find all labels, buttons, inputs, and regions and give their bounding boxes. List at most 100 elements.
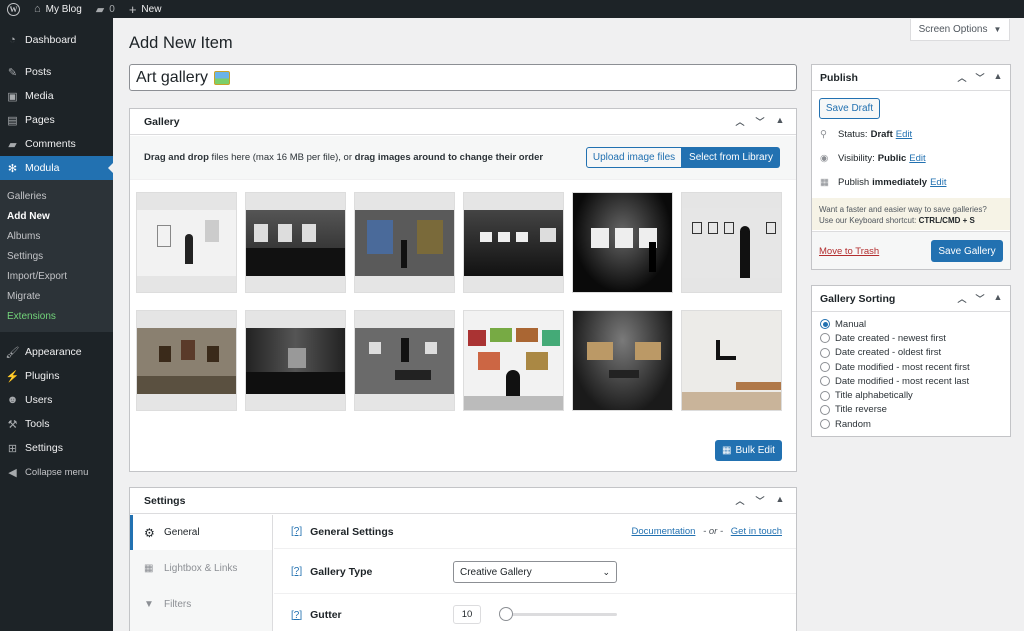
gallery-image[interactable]: [681, 310, 782, 411]
site-name-menu[interactable]: ⌂ My Blog: [27, 0, 89, 18]
menu-plugins[interactable]: ⚡ Plugins: [0, 364, 113, 388]
submenu-migrate[interactable]: Migrate: [0, 286, 113, 306]
sort-option-date-modified-recent-first[interactable]: Date modified - most recent first: [820, 360, 970, 374]
submenu-settings[interactable]: Settings: [0, 246, 113, 266]
menu-modula[interactable]: ✻ Modula: [0, 156, 113, 180]
submenu-galleries[interactable]: Galleries: [0, 186, 113, 206]
gallery-sorting-title: Gallery Sorting: [820, 292, 896, 305]
submenu-import-export[interactable]: Import/Export: [0, 266, 113, 286]
edit-publish-link[interactable]: Edit: [930, 177, 946, 188]
move-to-trash-link[interactable]: Move to Trash: [819, 246, 879, 257]
gallery-image[interactable]: [245, 310, 346, 411]
chevron-up-icon[interactable]: ︿: [734, 494, 746, 507]
chevron-down-icon[interactable]: ﹀: [974, 292, 986, 305]
gallery-type-select[interactable]: Creative Gallery ⌄: [453, 561, 617, 583]
gallery-image[interactable]: [136, 310, 237, 411]
chevron-up-icon[interactable]: ︿: [734, 115, 746, 128]
gallery-image[interactable]: [354, 192, 455, 293]
post-title-input[interactable]: Art gallery: [129, 64, 797, 91]
submenu-add-new[interactable]: Add New: [0, 206, 113, 226]
menu-users[interactable]: ☻ Users: [0, 388, 113, 412]
sort-option-date-modified-recent-last[interactable]: Date modified - most recent last: [820, 374, 970, 388]
menu-pages[interactable]: ▤ Pages: [0, 108, 113, 132]
help-link[interactable]: [?]: [291, 610, 302, 621]
help-link[interactable]: [?]: [291, 566, 302, 577]
gallery-image[interactable]: [681, 192, 782, 293]
upload-image-files-button[interactable]: Upload image files: [586, 147, 682, 168]
menu-label: Users: [25, 394, 53, 406]
sort-option-label: Title reverse: [835, 404, 887, 416]
edit-status-link[interactable]: Edit: [896, 129, 912, 140]
bulk-edit-button[interactable]: ▦ Bulk Edit: [715, 440, 782, 461]
menu-settings[interactable]: ⊞ Settings: [0, 436, 113, 460]
tip-line-2-text: Use our Keyboard shortcut:: [819, 216, 917, 225]
settings-title: Settings: [144, 494, 186, 507]
menu-comments[interactable]: ▰ Comments: [0, 132, 113, 156]
gear-icon: ⚙: [144, 525, 155, 540]
sort-option-title-reverse[interactable]: Title reverse: [820, 403, 970, 417]
gallery-image[interactable]: [572, 192, 673, 293]
menu-label: Plugins: [25, 370, 60, 382]
modula-submenu: Galleries Add New Albums Settings Import…: [0, 180, 113, 332]
radio-selected-icon: [820, 319, 830, 330]
gallery-image[interactable]: [136, 192, 237, 293]
tab-filters[interactable]: ▼ Filters: [130, 586, 272, 622]
settings-tabs: ⚙ General ▦ Lightbox & Links ▼ Filters: [130, 515, 273, 631]
status-value: Draft: [870, 129, 893, 140]
sort-option-date-created-newest[interactable]: Date created - newest first: [820, 331, 970, 345]
toggle-triangle-icon[interactable]: ▲: [992, 71, 1004, 84]
chevron-down-icon[interactable]: ﹀: [754, 115, 766, 128]
chevron-down-icon[interactable]: ﹀: [974, 71, 986, 84]
gutter-value: 10: [461, 609, 473, 620]
gutter-slider[interactable]: [499, 607, 617, 621]
sort-option-random[interactable]: Random: [820, 417, 970, 431]
menu-media[interactable]: ▣ Media: [0, 84, 113, 108]
radio-icon: [820, 362, 830, 373]
toggle-triangle-icon[interactable]: ▲: [774, 494, 786, 507]
toggle-triangle-icon[interactable]: ▲: [774, 115, 786, 128]
gallery-image[interactable]: [245, 192, 346, 293]
publish-value: immediately: [872, 177, 928, 188]
gallery-image[interactable]: [463, 310, 564, 411]
screen-options-button[interactable]: Screen Options ▼: [910, 19, 1010, 41]
sort-option-title-alphabetical[interactable]: Title alphabetically: [820, 388, 970, 402]
wordpress-logo-menu[interactable]: W: [0, 0, 27, 18]
gutter-input[interactable]: 10: [453, 605, 481, 624]
sort-option-manual[interactable]: Manual: [820, 317, 970, 331]
chevron-down-icon[interactable]: ﹀: [754, 494, 766, 507]
settings-header: Settings ︿ ﹀ ▲: [130, 488, 796, 514]
general-settings-header-row: [?] General Settings Documentation - or …: [274, 515, 796, 549]
tab-general[interactable]: ⚙ General: [130, 515, 272, 550]
edit-visibility-link[interactable]: Edit: [909, 153, 925, 164]
new-content-menu[interactable]: + New: [122, 0, 169, 18]
select-from-library-button[interactable]: Select from Library: [682, 147, 780, 168]
chevron-up-icon[interactable]: ︿: [956, 292, 968, 305]
collapse-menu-button[interactable]: ◀ Collapse menu: [0, 460, 113, 484]
menu-appearance[interactable]: 🖌 Appearance: [0, 340, 113, 364]
calendar-icon: ▦: [820, 177, 829, 188]
menu-tools[interactable]: ⚒ Tools: [0, 412, 113, 436]
gallery-image[interactable]: [354, 310, 455, 411]
comments-menu[interactable]: ▰ 0: [89, 0, 122, 18]
help-link[interactable]: [?]: [291, 526, 302, 537]
save-draft-button[interactable]: Save Draft: [819, 98, 880, 119]
save-gallery-button[interactable]: Save Gallery: [931, 240, 1003, 262]
menu-posts[interactable]: ✎ Posts: [0, 60, 113, 84]
gallery-image[interactable]: [463, 192, 564, 293]
menu-dashboard[interactable]: ◔ Dashboard: [0, 28, 113, 52]
submenu-extensions[interactable]: Extensions: [0, 306, 113, 326]
radio-icon: [820, 404, 830, 415]
toggle-triangle-icon[interactable]: ▲: [992, 292, 1004, 305]
gallery-type-label: Gallery Type: [310, 565, 373, 578]
gallery-image[interactable]: [572, 310, 673, 411]
get-in-touch-link[interactable]: Get in touch: [731, 526, 782, 537]
tip-shortcut: CTRL/CMD + S: [918, 216, 975, 225]
menu-label: Modula: [25, 162, 60, 174]
documentation-link[interactable]: Documentation: [632, 526, 696, 537]
sort-option-date-created-oldest[interactable]: Date created - oldest first: [820, 346, 970, 360]
submenu-albums[interactable]: Albums: [0, 226, 113, 246]
tab-lightbox-links[interactable]: ▦ Lightbox & Links: [130, 550, 272, 586]
slider-handle[interactable]: [499, 607, 513, 621]
chevron-up-icon[interactable]: ︿: [956, 71, 968, 84]
visibility-label: Visibility:: [838, 153, 875, 164]
